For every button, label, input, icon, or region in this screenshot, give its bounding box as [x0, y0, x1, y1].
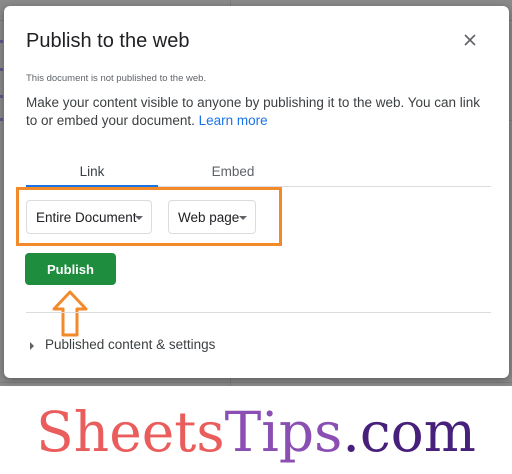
document-scope-dropdown[interactable]: Entire Document [26, 200, 152, 234]
divider [26, 312, 491, 313]
publish-button[interactable]: Publish [25, 253, 116, 285]
publish-tabs: Link Embed [26, 158, 491, 187]
publish-dialog: Publish to the web This document is not … [4, 6, 509, 378]
tab-link[interactable]: Link [26, 158, 158, 187]
up-arrow-annotation-icon [52, 290, 88, 337]
grid-line [0, 382, 512, 383]
learn-more-link[interactable]: Learn more [199, 113, 268, 128]
close-icon[interactable] [462, 32, 478, 48]
format-dropdown[interactable]: Web page [168, 200, 256, 234]
sheet-mark [0, 40, 3, 43]
dialog-title: Publish to the web [26, 30, 190, 52]
tab-embed[interactable]: Embed [158, 158, 308, 186]
watermark-part-tips: Tips [224, 400, 343, 464]
caret-down-icon [239, 216, 247, 220]
publish-status-text: This document is not published to the we… [26, 73, 207, 84]
published-settings-label: Published content & settings [45, 337, 216, 352]
site-watermark: SheetsTips.com [0, 390, 512, 474]
caret-down-icon [135, 216, 143, 220]
format-dropdown-value: Web page [178, 210, 240, 225]
watermark-part-com: .com [342, 400, 476, 464]
expand-triangle-icon [30, 342, 34, 350]
scope-dropdown-value: Entire Document [36, 210, 137, 225]
sheet-mark [0, 68, 3, 71]
watermark-part-sheets: Sheets [36, 400, 225, 464]
dialog-description: Make your content visible to anyone by p… [26, 94, 488, 130]
sheet-mark [0, 118, 3, 121]
sheet-mark [0, 95, 3, 98]
